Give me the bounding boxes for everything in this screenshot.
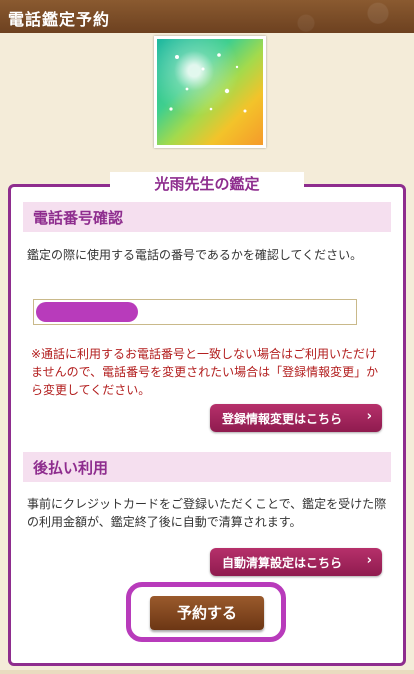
app-header: 電話鑑定予約 bbox=[0, 0, 414, 33]
postpay-section-heading: 後払い利用 bbox=[23, 452, 391, 482]
postpay-description: 事前にクレジットカードをご登録いただくことで、鑑定を受けた際の利用金額が、鑑定終… bbox=[27, 497, 387, 529]
panel-title: 光雨先生の鑑定 bbox=[154, 175, 260, 193]
reserve-button[interactable]: 予約する bbox=[150, 596, 264, 630]
phone-instruction: 鑑定の際に使用する電話の番号であるかを確認してください。 bbox=[27, 248, 363, 262]
auto-settlement-button[interactable]: 自動清算設定はこちら › bbox=[210, 548, 382, 576]
sparkles-icon bbox=[169, 53, 247, 113]
panel-title-container: 光雨先生の鑑定 bbox=[110, 172, 304, 196]
change-registration-button[interactable]: 登録情報変更はこちら › bbox=[210, 404, 382, 432]
chevron-right-icon: › bbox=[366, 553, 372, 568]
chevron-right-icon: › bbox=[366, 409, 372, 424]
phone-number-redaction bbox=[36, 302, 138, 322]
page-bottom-border bbox=[0, 670, 414, 674]
auto-settlement-label: 自動清算設定はこちら bbox=[222, 556, 343, 570]
phone-warning: ※通話に利用するお電話番号と一致しない場合はご利用いただけませんので、電話番号を… bbox=[31, 347, 379, 397]
header-decoration bbox=[234, 0, 414, 33]
fortune-teller-image bbox=[154, 36, 266, 148]
change-registration-label: 登録情報変更はこちら bbox=[222, 412, 343, 426]
page-title: 電話鑑定予約 bbox=[8, 10, 111, 29]
phone-section-heading: 電話番号確認 bbox=[23, 202, 391, 232]
